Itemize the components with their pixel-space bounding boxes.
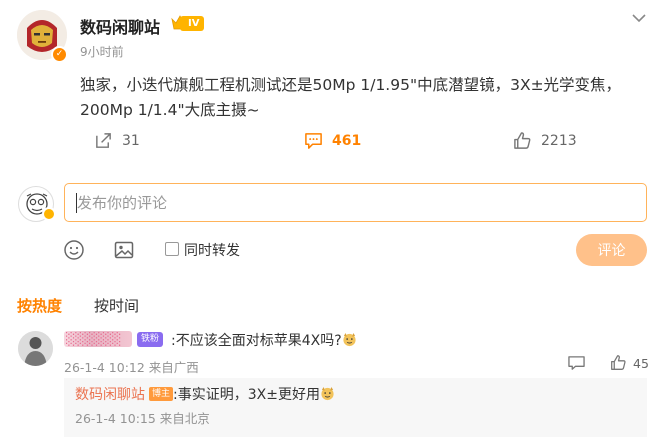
doge-emoji-icon xyxy=(321,386,334,401)
reply-icon[interactable] xyxy=(568,355,585,371)
reply-text-content: :事实证明，3X±更好用 xyxy=(173,387,320,403)
chevron-down-icon[interactable] xyxy=(631,12,647,24)
comment-input[interactable] xyxy=(65,184,646,221)
post-text: 独家，小迭代旗舰工程机测试还是50Mp 1/1.95"中底潜望镜，3X±光学变焦… xyxy=(80,73,640,123)
level-badge: IV xyxy=(180,16,205,31)
reply-author-name[interactable]: 数码闲聊站 xyxy=(75,384,145,404)
text-caret xyxy=(76,193,77,213)
post-time[interactable]: 9小时前 xyxy=(80,43,124,60)
like-icon xyxy=(514,132,531,149)
comment-text: :不应该全面对标苹果4X吗? xyxy=(171,330,357,350)
submit-comment-button[interactable]: 评论 xyxy=(576,234,647,266)
post-text-line: 独家，小迭代旗舰工程机测试还是50Mp 1/1.95"中底潜望镜，3X±光学变焦… xyxy=(80,76,622,94)
forward-label[interactable]: 同时转发 xyxy=(184,240,240,260)
comment-meta: 26-1-4 10:12 来自广西 xyxy=(64,360,199,375)
like-button[interactable]: 2213 xyxy=(513,131,577,150)
tab-sort-hot[interactable]: 按热度 xyxy=(17,295,62,316)
person-avatar-image xyxy=(18,331,53,366)
emoji-icon[interactable] xyxy=(63,239,85,261)
blogger-badge: 博主 xyxy=(149,387,174,401)
repost-icon xyxy=(96,133,111,148)
like-count: 2213 xyxy=(541,132,577,149)
repost-button[interactable]: 31 xyxy=(94,131,140,150)
comment-count: 461 xyxy=(332,132,362,149)
comment-input-box[interactable] xyxy=(64,183,647,222)
reply-meta: 26-1-4 10:15 来自北京 xyxy=(75,411,210,426)
repost-count: 31 xyxy=(122,132,140,149)
author-name[interactable]: 数码闲聊站 xyxy=(80,14,160,38)
forward-checkbox[interactable] xyxy=(165,242,179,256)
verified-badge-icon: ✓ xyxy=(51,46,68,63)
member-badge-icon xyxy=(42,207,56,221)
comment-button[interactable]: 461 xyxy=(304,131,361,150)
fan-medal-badge: 铁粉 xyxy=(137,332,164,347)
tab-sort-time[interactable]: 按时间 xyxy=(94,295,139,316)
doge-emoji-icon xyxy=(343,332,356,347)
comment-icon xyxy=(305,133,322,149)
comment-like-count: 45 xyxy=(633,356,649,371)
commenter-avatar[interactable] xyxy=(18,331,53,366)
commenter-name[interactable]: ░░░░░░ xyxy=(64,331,132,347)
comment-like-icon[interactable] xyxy=(610,354,627,371)
image-icon[interactable] xyxy=(113,239,135,261)
reply-text: :事实证明，3X±更好用 xyxy=(173,384,335,404)
comment-text-content: :不应该全面对标苹果4X吗? xyxy=(171,333,342,349)
post-text-line: 200Mp 1/1.4"大底主摄~ xyxy=(80,101,260,119)
